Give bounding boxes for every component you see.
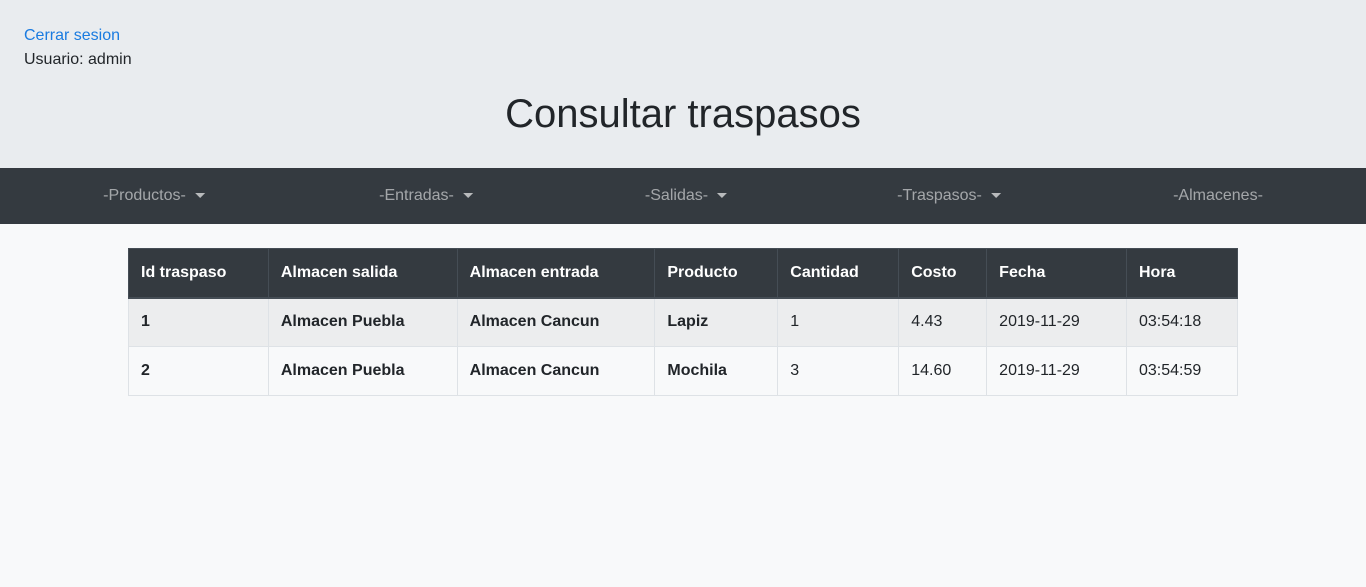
caret-down-icon: [194, 192, 205, 198]
cell-producto: Mochila: [654, 346, 779, 396]
column-header-costo: Costo: [898, 248, 988, 299]
nav-dropdown-entradas[interactable]: -Entradas-: [379, 168, 473, 224]
caret-down-icon: [717, 192, 728, 198]
table-row: 1 Almacen Puebla Almacen Cancun Lapiz 1 …: [128, 297, 1238, 347]
column-header-id: Id traspaso: [128, 248, 269, 299]
cell-almacen-salida: Almacen Puebla: [267, 346, 458, 396]
cell-fecha: 2019-11-29: [986, 297, 1127, 347]
current-user-label: Usuario: admin: [24, 51, 132, 68]
table-header-row: Id traspaso Almacen salida Almacen entra…: [128, 248, 1238, 299]
column-header-almacen-entrada: Almacen entrada: [456, 248, 656, 299]
nav-item-label: -Entradas-: [379, 187, 454, 204]
column-header-almacen-salida: Almacen salida: [267, 248, 458, 299]
cell-almacen-entrada: Almacen Cancun: [456, 297, 656, 347]
table-row: 2 Almacen Puebla Almacen Cancun Mochila …: [128, 346, 1238, 396]
cell-hora: 03:54:18: [1126, 297, 1238, 347]
cell-cantidad: 1: [777, 297, 900, 347]
logout-link[interactable]: Cerrar sesion: [24, 27, 120, 45]
main-navbar: -Productos- -Entradas- -Salidas- -Traspa…: [0, 168, 1366, 224]
cell-almacen-salida: Almacen Puebla: [267, 297, 458, 347]
column-header-producto: Producto: [654, 248, 779, 299]
column-header-fecha: Fecha: [986, 248, 1127, 299]
caret-down-icon: [990, 192, 1001, 198]
cell-almacen-entrada: Almacen Cancun: [456, 346, 656, 396]
caret-down-icon: [462, 192, 473, 198]
page-title: Consultar traspasos: [505, 92, 861, 136]
cell-id: 2: [128, 346, 269, 396]
cell-producto: Lapiz: [654, 297, 779, 347]
cell-cantidad: 3: [777, 346, 900, 396]
nav-item-label: -Salidas-: [644, 187, 709, 204]
cell-costo: 4.43: [898, 297, 988, 347]
cell-id: 1: [128, 297, 269, 347]
column-header-cantidad: Cantidad: [777, 248, 900, 299]
nav-item-label: -Productos-: [103, 187, 186, 204]
transfers-table: Id traspaso Almacen salida Almacen entra…: [128, 248, 1238, 396]
cell-fecha: 2019-11-29: [986, 346, 1127, 396]
nav-item-label: -Almacenes-: [1173, 187, 1263, 204]
nav-dropdown-traspasos[interactable]: -Traspasos-: [897, 168, 1001, 224]
nav-dropdown-productos[interactable]: -Productos-: [103, 168, 205, 224]
column-header-hora: Hora: [1126, 248, 1238, 299]
page-header: Cerrar sesion Usuario: admin Consultar t…: [0, 0, 1366, 168]
transfers-table-container: Id traspaso Almacen salida Almacen entra…: [128, 248, 1238, 396]
cell-costo: 14.60: [898, 346, 988, 396]
cell-hora: 03:54:59: [1126, 346, 1238, 396]
nav-dropdown-salidas[interactable]: -Salidas-: [644, 168, 728, 224]
nav-item-label: -Traspasos-: [897, 187, 982, 204]
nav-link-almacenes[interactable]: -Almacenes-: [1173, 168, 1263, 224]
